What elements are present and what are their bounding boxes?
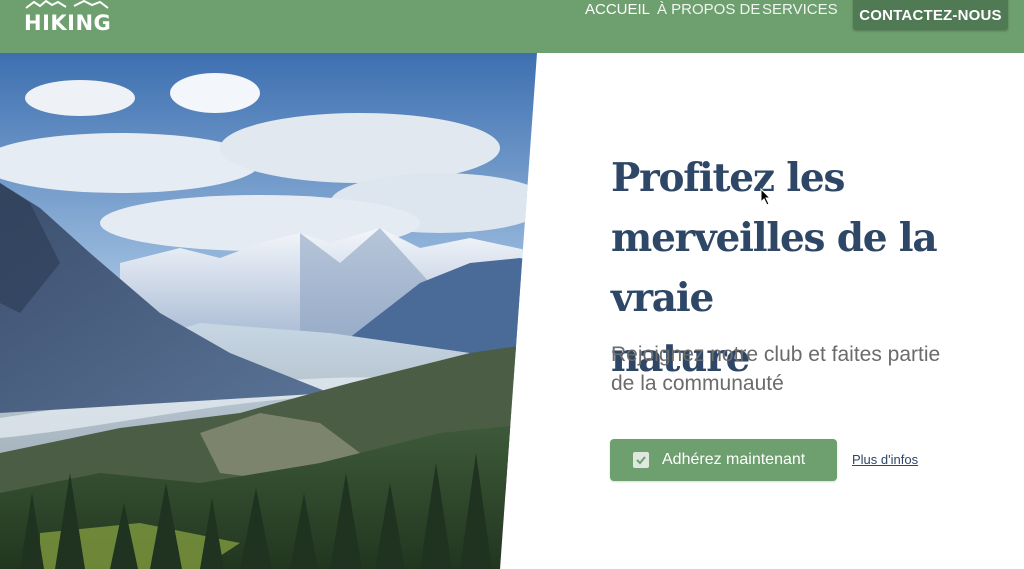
nav-item-services[interactable]: SERVICES [762,1,838,18]
cursor-icon [760,188,772,206]
hero-subtitle-line-2: de la communauté [611,372,784,395]
contact-button[interactable]: CONTACTEZ-NOUS [853,0,1008,30]
join-button[interactable]: Adhérez maintenant [610,439,837,481]
site-header: HIKING ACCUEIL À PROPOS DE SERVICES CONT… [0,0,1024,53]
check-icon [633,452,649,468]
hero-subtitle: Rejoignez notre club et faites partie de… [611,340,991,398]
nav-item-a-propos[interactable]: À PROPOS DE [657,1,760,18]
mountain-landscape-image [0,53,537,569]
nav-item-accueil[interactable]: ACCUEIL [585,1,650,18]
hero-subtitle-line-1: Rejoignez notre club et faites partie [611,343,941,366]
hero-title-line-1: Profitez les [611,155,845,201]
more-info-link[interactable]: Plus d'infos [852,452,918,467]
main-nav: ACCUEIL À PROPOS DE SERVICES CONTACTEZ-N… [0,0,1024,53]
hero-title-line-2: merveilles de la vraie [611,215,938,321]
hero-image [0,53,540,569]
join-button-label: Adhérez maintenant [662,451,806,468]
